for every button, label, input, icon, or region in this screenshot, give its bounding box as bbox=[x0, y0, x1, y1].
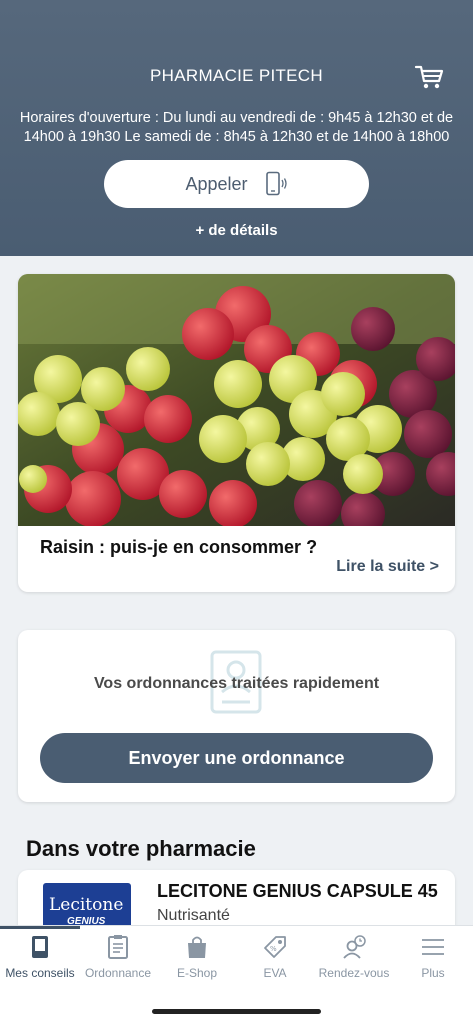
read-more-link[interactable]: Lire la suite > bbox=[336, 558, 439, 576]
tab-label: EVA bbox=[263, 966, 287, 980]
menu-icon bbox=[422, 939, 444, 955]
clipboard-icon bbox=[108, 935, 128, 959]
bag-icon bbox=[188, 936, 206, 958]
tab-label: Plus bbox=[421, 966, 445, 980]
article-title: Raisin : puis-je en consommer ? bbox=[40, 537, 318, 557]
cart-icon[interactable] bbox=[414, 62, 444, 92]
send-prescription-button[interactable]: Envoyer une ordonnance bbox=[40, 733, 433, 783]
phone-icon bbox=[265, 171, 287, 196]
more-details-link[interactable]: + de détails bbox=[0, 222, 473, 239]
svg-text:%: % bbox=[270, 945, 277, 953]
tablet-icon bbox=[32, 936, 48, 958]
section-title: Dans votre pharmacie bbox=[26, 836, 256, 861]
call-button[interactable]: Appeler bbox=[104, 160, 369, 208]
tab-mes-conseils[interactable]: Mes conseils bbox=[0, 934, 80, 980]
tab-plus[interactable]: Plus bbox=[393, 934, 473, 980]
user-clock-icon bbox=[343, 935, 366, 959]
pharmacy-name: PHARMACIE PITECH bbox=[150, 66, 323, 85]
article-card[interactable]: Raisin : puis-je en consommer ? Lire la … bbox=[18, 274, 455, 592]
prescription-text: Vos ordonnances traitées rapidement bbox=[93, 675, 380, 692]
tag-icon: % bbox=[264, 936, 286, 958]
product-name: LECITONE GENIUS CAPSULE 45 bbox=[157, 881, 438, 901]
tab-label: Mes conseils bbox=[5, 966, 75, 980]
product-box-text: Lecitone bbox=[49, 895, 124, 915]
tab-rendez-vous[interactable]: Rendez-vous bbox=[314, 934, 394, 980]
active-tab-indicator bbox=[0, 926, 80, 929]
opening-hours: Horaires d'ouverture : Du lundi au vendr… bbox=[6, 109, 467, 147]
tab-ordonnance[interactable]: Ordonnance bbox=[78, 934, 158, 980]
call-button-label: Appeler bbox=[185, 173, 248, 194]
grapes-image bbox=[18, 274, 455, 526]
prescription-card: Vos ordonnances traitées rapidement Envo… bbox=[18, 630, 455, 802]
tab-label: Ordonnance bbox=[84, 966, 152, 980]
opening-hours-line-2: 14h00 à 19h30 Le samedi de : 8h45 à 12h3… bbox=[23, 129, 450, 145]
product-brand: Nutrisanté bbox=[157, 907, 230, 924]
tab-label: E-Shop bbox=[176, 966, 218, 980]
home-indicator[interactable] bbox=[152, 1009, 321, 1014]
opening-hours-line-1: Horaires d'ouverture : Du lundi au vendr… bbox=[19, 110, 454, 126]
tab-label: Rendez-vous bbox=[318, 966, 390, 980]
pharmacy-header: PHARMACIE PITECH Horaires d'ouverture : … bbox=[0, 0, 473, 256]
tab-eva[interactable]: % EVA bbox=[235, 934, 315, 980]
tab-e-shop[interactable]: E-Shop bbox=[157, 934, 237, 980]
